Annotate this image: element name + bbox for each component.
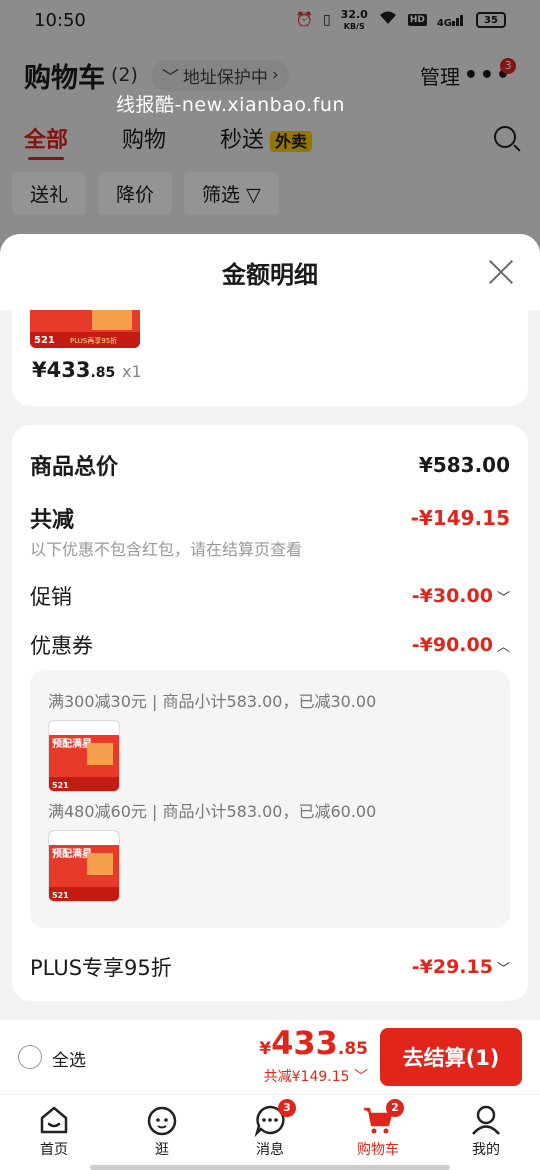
select-all-radio[interactable] (18, 1045, 42, 1069)
checkout-button[interactable]: 去结算(1) (380, 1028, 522, 1086)
total-value: ¥583.00 (418, 453, 510, 477)
total-price: ¥433.85 (259, 1024, 368, 1062)
tab-cart[interactable]: 2 购物车 (324, 1095, 432, 1170)
coupon-detail-box: 满300减30元 | 商品小计583.00，已减30.00 预配满星 521 满… (30, 670, 510, 928)
coupon-label: 优惠券 (30, 634, 93, 658)
chevron-up-icon: ︿ (496, 640, 510, 655)
home-icon (40, 1106, 68, 1134)
saved-amount[interactable]: 共减¥149.15 ﹀ (264, 1066, 368, 1086)
chevron-down-icon: ﹀ (496, 591, 510, 606)
chevron-down-icon: ﹀ (496, 962, 510, 977)
cart-badge: 2 (386, 1099, 404, 1117)
coupon-line-2: 满480减60元 | 商品小计583.00，已减60.00 (48, 802, 377, 821)
tab-home[interactable]: 首页 (0, 1095, 108, 1170)
product-price: ¥433.85 (32, 358, 116, 382)
discount-label: 共减 (30, 508, 75, 533)
tab-messages-label: 消息 (256, 1142, 284, 1158)
bottom-tab-bar: 首页 逛 3 消息 2 购物车 我的 (0, 1094, 540, 1170)
plus-label: PLUS专享95折 (30, 956, 172, 980)
tab-profile-label: 我的 (472, 1142, 500, 1158)
coupon-value: -¥90.00 (411, 634, 493, 656)
total-row: 商品总价 ¥583.00 (30, 449, 510, 481)
plus-row[interactable]: PLUS专享95折 -¥29.15 ﹀ (30, 952, 510, 982)
amount-detail-card: 商品总价 ¥583.00 共减 -¥149.15 以下优惠不包含红包，请在结算页… (12, 425, 528, 1001)
home-indicator (90, 1165, 450, 1170)
checkout-bar: 全选 ¥433.85 共减¥149.15 ﹀ 去结算(1) (0, 1020, 540, 1094)
tab-messages[interactable]: 3 消息 (216, 1095, 324, 1170)
coupon-line-1: 满300减30元 | 商品小计583.00，已减30.00 (48, 692, 377, 711)
close-icon[interactable] (488, 258, 514, 284)
coupon-row[interactable]: 优惠券 -¥90.00 ︿ (30, 630, 510, 660)
sheet-title: 金额明细 (222, 260, 318, 289)
discount-value: -¥149.15 (410, 506, 510, 530)
sheet-header: 金额明细 (0, 234, 540, 310)
product-card: 521 PLUS再享95折 ¥433.85 x1 (12, 310, 528, 406)
tab-home-label: 首页 (40, 1142, 68, 1158)
watermark: 线报酷-new.xianbao.fun (116, 94, 345, 116)
tab-cart-label: 购物车 (357, 1142, 399, 1158)
promo-row[interactable]: 促销 -¥30.00 ﹀ (30, 581, 510, 611)
total-label: 商品总价 (30, 455, 119, 480)
tab-profile[interactable]: 我的 (432, 1095, 540, 1170)
tab-browse-label: 逛 (155, 1142, 169, 1158)
discount-row: 共减 -¥149.15 (30, 502, 510, 534)
discount-note: 以下优惠不包含红包，请在结算页查看 (30, 540, 303, 559)
coupon-product-thumbnail[interactable]: 预配满星 521 (48, 830, 120, 902)
browse-icon (147, 1106, 177, 1136)
promo-label: 促销 (30, 585, 72, 609)
profile-icon (472, 1105, 500, 1135)
product-thumbnail[interactable]: 521 PLUS再享95折 (30, 310, 140, 348)
plus-value: -¥29.15 (411, 956, 493, 978)
tab-browse[interactable]: 逛 (108, 1095, 216, 1170)
promo-value: -¥30.00 (411, 585, 493, 607)
select-all-label[interactable]: 全选 (52, 1046, 86, 1071)
coupon-product-thumbnail[interactable]: 预配满星 521 (48, 720, 120, 792)
message-badge: 3 (278, 1099, 296, 1117)
chevron-down-icon: ﹀ (354, 1069, 368, 1085)
product-quantity: x1 (122, 362, 142, 381)
